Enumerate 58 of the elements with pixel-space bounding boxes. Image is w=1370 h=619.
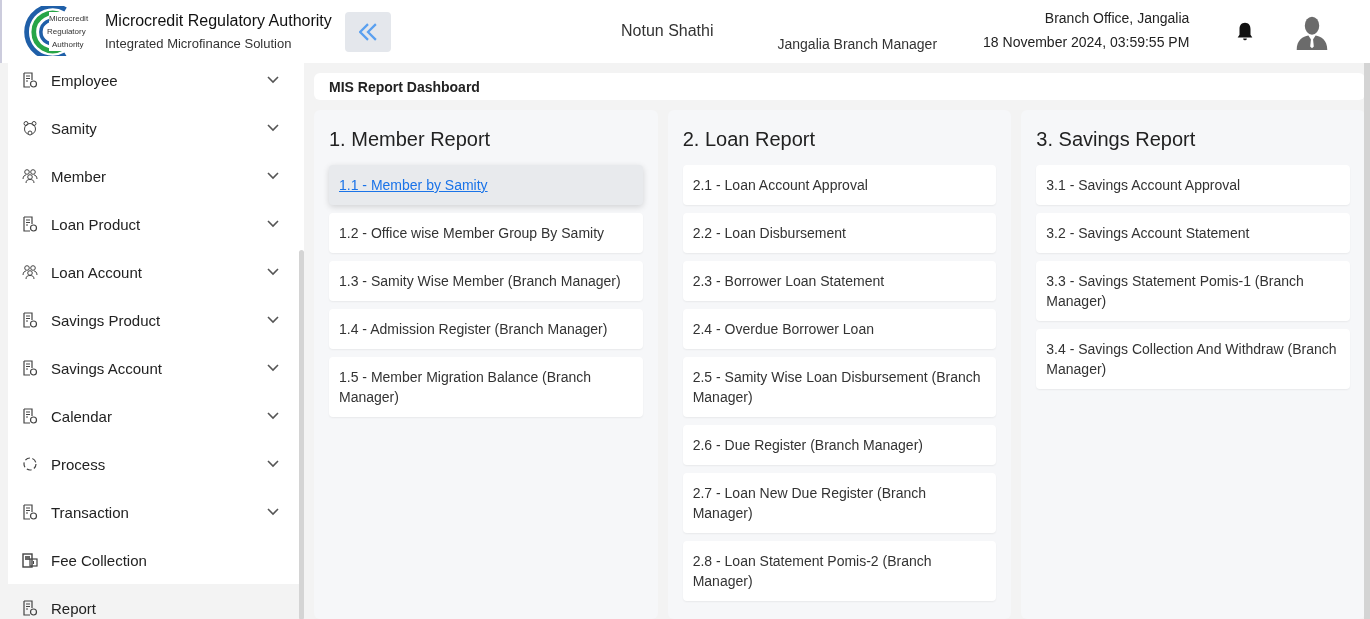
report-link[interactable]: 3.4 - Savings Collection And Withdraw (Branch Manager) [1036,329,1350,389]
report-link[interactable]: 2.8 - Loan Statement Pomis-2 (Branch Manager) [682,541,997,601]
sidebar-item[interactable]: Member [8,152,299,200]
sidebar-item[interactable]: Loan Account [8,248,299,296]
people-icon [22,168,38,184]
sidebar-item[interactable]: Employee [8,56,299,104]
sidebar-item[interactable]: Transaction [8,488,299,536]
document-person-icon [22,72,38,88]
section-title: 3. Savings Report [1036,128,1197,151]
logo-text: Regulatory [47,25,87,38]
sidebar-item[interactable]: Fee Collection [8,536,299,584]
collapse-sidebar-button[interactable] [345,11,391,52]
report-link[interactable]: 2.7 - Loan New Due Register (Branch Manager) [682,473,997,533]
page-title: MIS Report Dashboard [329,78,480,95]
sidebar-item[interactable]: Calendar [8,392,299,440]
document-icon [22,360,38,376]
office-name: Branch Office, Jangalia [1044,9,1190,26]
document-icon [22,504,38,520]
report-link[interactable]: 2.3 - Borrower Loan Statement [682,261,997,301]
scrollbar-thumb[interactable] [299,250,304,619]
user-role: Jangalia Branch Manager [777,35,938,52]
sidebar-item[interactable]: Loan Product [8,200,299,248]
report-link[interactable]: 1.2 - Office wise Member Group By Samity [329,213,643,253]
document-icon [22,312,38,328]
logo-text: Authority [52,38,85,51]
report-link[interactable]: 1.1 - Member by Samity [329,165,643,205]
report-link[interactable]: 2.2 - Loan Disbursement [682,213,997,253]
document-icon [22,216,38,232]
report-link[interactable]: 2.1 - Loan Account Approval [682,165,997,205]
group-icon [22,120,38,136]
report-link[interactable]: 1.4 - Admission Register (Branch Manager) [329,309,643,349]
document-icon [22,408,38,424]
sidebar-item[interactable]: Report [8,584,299,619]
sidebar-item[interactable]: Process [8,440,299,488]
report-link[interactable]: 1.3 - Samity Wise Member (Branch Manager) [329,261,643,301]
document-icon [22,600,38,616]
report-link[interactable]: 3.1 - Savings Account Approval [1036,165,1350,205]
section-title: 1. Member Report [329,128,492,151]
fee-terminal-icon [22,552,38,568]
people-icon [22,264,38,280]
app-title: Microcredit Regulatory Authority [105,12,333,30]
chevrons-left-icon [359,22,377,41]
sidebar-item[interactable]: Samity [8,104,299,152]
report-link[interactable]: 3.2 - Savings Account Statement [1036,213,1350,253]
report-link[interactable]: 1.5 - Member Migration Balance (Branch Manager) [329,357,643,417]
report-link[interactable]: 2.5 - Samity Wise Loan Disbursement (Branch Manager) [682,357,997,417]
project-name: Notun Shathi [621,21,714,40]
sidebar-item[interactable]: Savings Product [8,296,299,344]
sidebar-item[interactable]: Savings Account [8,344,299,392]
report-link[interactable]: 3.3 - Savings Statement Pomis-1 (Branch Manager) [1036,261,1350,321]
refresh-circle-icon [22,456,38,472]
app-subtitle: Integrated Microfinance Solution [105,36,293,51]
date-time: 18 November 2024, 03:59:55 PM [983,33,1190,50]
report-link[interactable]: 2.6 - Due Register (Branch Manager) [682,425,997,465]
section-title: 2. Loan Report [682,128,816,151]
page-scrollbar-thumb[interactable] [1364,63,1370,619]
report-link[interactable]: 2.4 - Overdue Borrower Loan [682,309,997,349]
logo-text: Microcredit [49,12,89,25]
